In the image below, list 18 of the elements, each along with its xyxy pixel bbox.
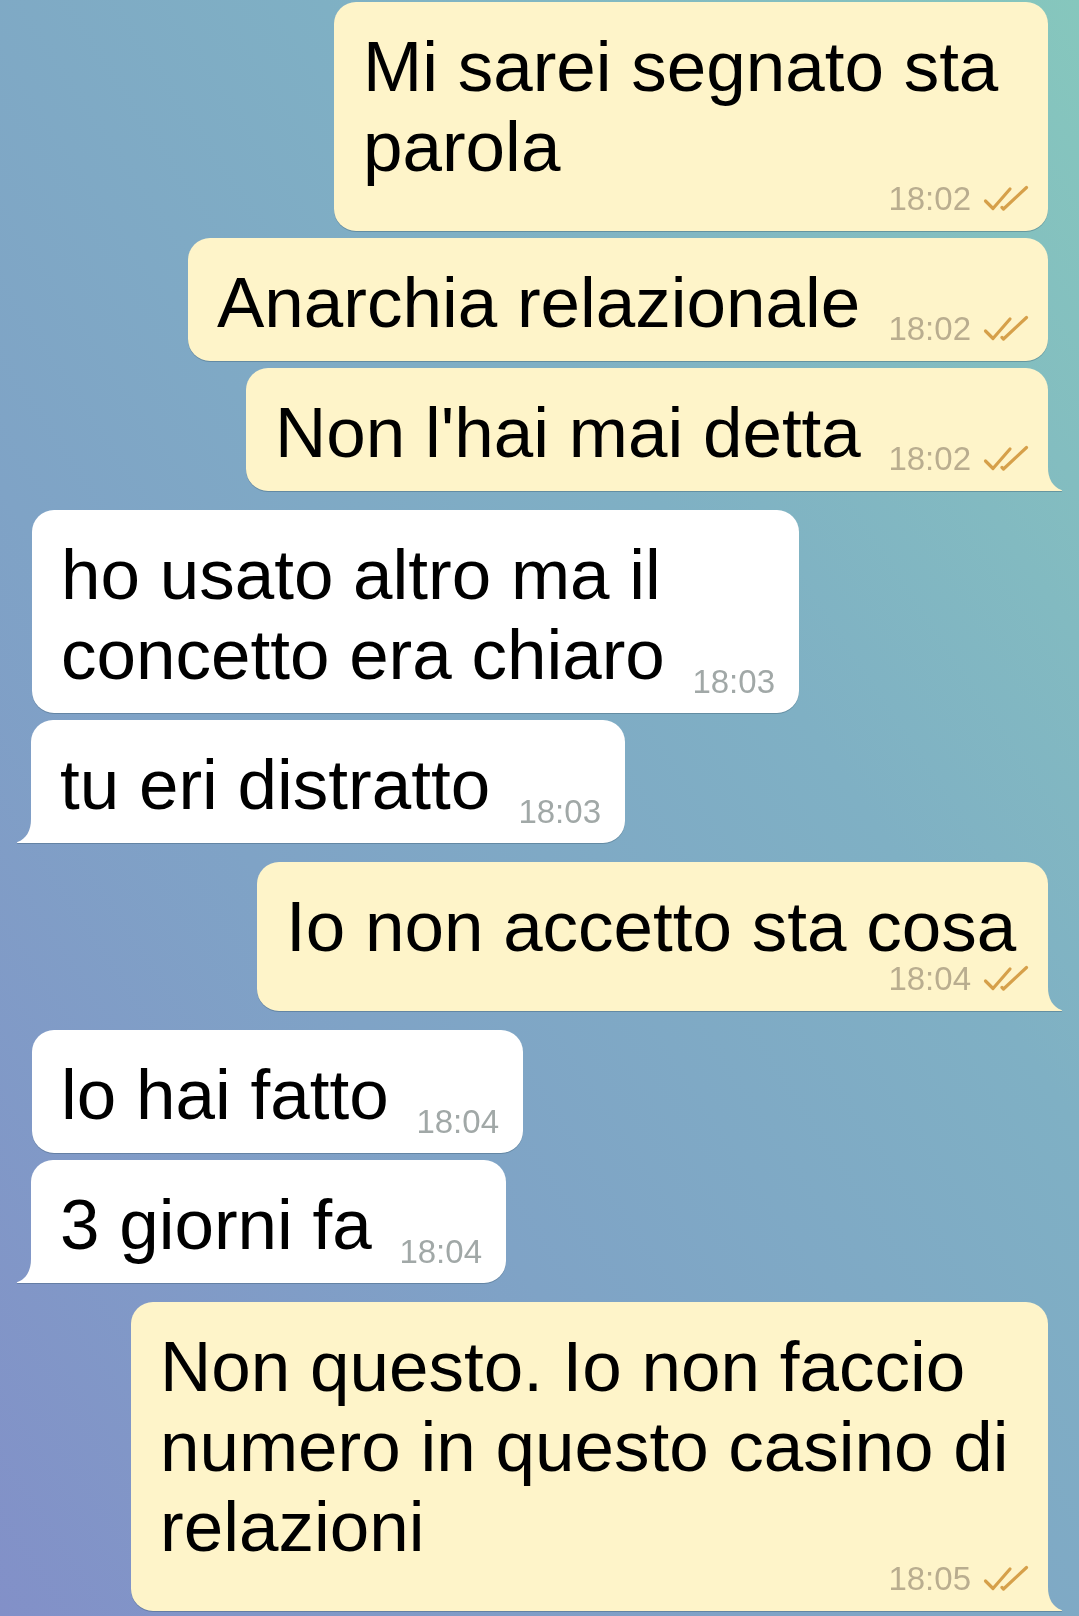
message-text: ho usato altro ma il concetto era chiaro <box>61 535 665 694</box>
message-text: Anarchia relazionale <box>217 263 861 342</box>
message-text: Non l'hai mai detta <box>275 393 861 472</box>
timestamp: 18:04 <box>416 1109 499 1135</box>
timestamp: 18:04 <box>399 1239 482 1265</box>
timestamp: 18:03 <box>518 799 601 825</box>
message-text: Non questo. Io non faccio numero in questo casino di relazioni <box>160 1327 1009 1566</box>
timestamp: 18:02 <box>888 316 971 342</box>
message-text: tu eri distratto <box>60 745 491 824</box>
timestamp: 18:05 <box>888 1566 971 1592</box>
timestamp: 18:03 <box>692 669 775 695</box>
message-text: lo hai fatto <box>61 1055 389 1134</box>
timestamp: 18:02 <box>888 446 971 472</box>
timestamp: 18:02 <box>888 186 971 212</box>
timestamp: 18:04 <box>888 966 971 992</box>
message-text: Io non accetto sta cosa <box>286 887 1017 966</box>
message-text: Mi sarei segnato sta parola <box>363 27 999 186</box>
message-text: 3 giorni fa <box>60 1185 372 1264</box>
